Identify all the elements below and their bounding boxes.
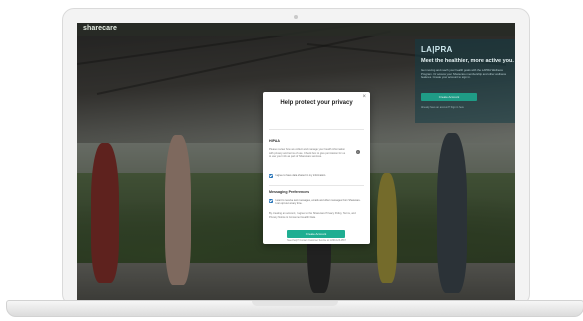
consent-text[interactable]: By creating an account, I agree to the S… [269, 212, 361, 223]
info-icon[interactable]: i [356, 150, 360, 154]
modal-title: Help protect your privacy [280, 100, 353, 106]
hipaa-heading: HIPAA [269, 139, 280, 143]
messaging-heading: Messaging Preferences [269, 190, 310, 194]
hipaa-checkbox-label: I agree to have data shared in my inform… [275, 174, 327, 177]
laptop-lid: sharecare LA|PRA Meet the healthier, mor… [62, 8, 530, 306]
customer-service-link[interactable]: Need help? Contact Customer Service at 1… [263, 240, 370, 242]
lapra-logo: LA|PRA [421, 45, 453, 54]
create-account-submit-button[interactable]: Create Account [287, 230, 345, 238]
laptop-notch [252, 301, 338, 306]
privacy-modal: × Help protect your privacy HIPAA Please… [263, 92, 370, 244]
logo-text: sharecare [83, 25, 117, 32]
laptop-base [6, 300, 583, 317]
divider [269, 129, 364, 130]
messaging-checkbox-label: I want to receive text messages, emails … [275, 199, 361, 206]
promo-title: Meet the healthier, more active you. [421, 58, 514, 64]
hipaa-text: Please review how we collect and manage … [269, 148, 346, 158]
promo-body: Get moving and reach your health goals w… [421, 69, 507, 80]
hipaa-checkbox[interactable] [269, 174, 273, 178]
sign-in-link[interactable]: Already have an account? Sign in here [421, 106, 509, 109]
divider [269, 185, 364, 186]
promo-panel: LA|PRA Meet the healthier, more active y… [415, 39, 515, 123]
camera-icon [294, 15, 298, 19]
top-bar: sharecare [77, 23, 515, 36]
messaging-checkbox[interactable] [269, 199, 273, 203]
laptop-screen: sharecare LA|PRA Meet the healthier, mor… [77, 23, 515, 302]
create-account-button[interactable]: Create Account [421, 93, 477, 101]
sharecare-logo[interactable]: sharecare [83, 25, 117, 32]
